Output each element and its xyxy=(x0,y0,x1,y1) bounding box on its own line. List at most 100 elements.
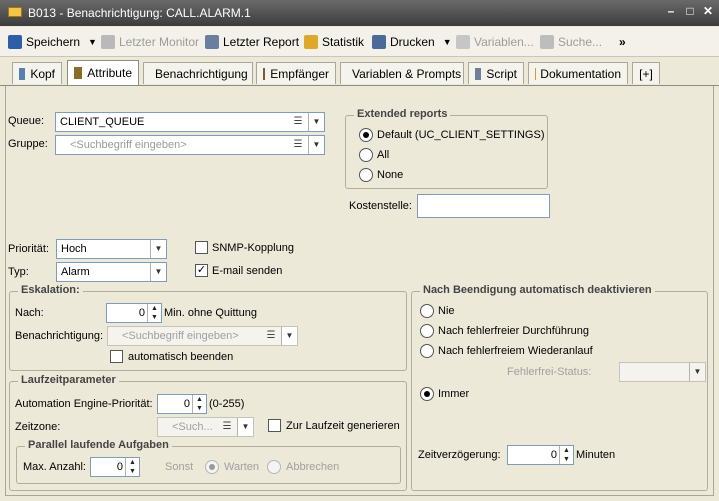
list-icon[interactable]: ☰ xyxy=(291,139,305,151)
maximize-icon[interactable]: □ xyxy=(683,4,697,20)
email-checkbox[interactable]: ✓ xyxy=(195,264,208,277)
chevron-down-icon[interactable]: ▼ xyxy=(150,263,166,281)
queue-value: CLIENT_QUEUE xyxy=(60,116,145,128)
tab-add[interactable]: [+] xyxy=(632,62,660,84)
stepper-arrows-icon[interactable]: ▲ ▼ xyxy=(125,458,139,476)
radio-none[interactable] xyxy=(359,168,373,182)
tab-label: Dokumentation xyxy=(540,66,621,81)
save-icon xyxy=(8,35,22,49)
snmp-checkbox[interactable] xyxy=(195,241,208,254)
search-label: Suche... xyxy=(558,35,603,49)
wait-label: Warten xyxy=(224,461,260,473)
stepper-arrows-icon[interactable]: ▲ ▼ xyxy=(559,446,573,464)
chevron-down-icon[interactable]: ▼ xyxy=(281,327,297,345)
tab-script[interactable]: Script xyxy=(468,62,524,84)
chevron-down-icon[interactable]: ▼ xyxy=(88,37,97,47)
save-label: Speichern xyxy=(26,35,81,49)
delay-label: Zeitverzögerung: xyxy=(418,449,501,461)
auto-end-checkbox[interactable] xyxy=(110,350,123,363)
priority-label: Priorität: xyxy=(8,243,49,255)
after-stepper[interactable]: 0 ▲ ▼ xyxy=(106,303,162,323)
stepper-arrows-icon[interactable]: ▲ ▼ xyxy=(192,395,206,413)
variables-label: Variablen... xyxy=(474,35,534,49)
search-button[interactable]: Suche... xyxy=(540,33,602,51)
ae-priority-stepper[interactable]: 0 ▲ ▼ xyxy=(157,394,207,414)
wrench-icon xyxy=(19,67,26,80)
print-label: Drucken xyxy=(390,35,435,49)
list-icon[interactable]: ☰ xyxy=(220,421,234,433)
after-value: 0 xyxy=(138,307,145,319)
radio-always-label: Immer xyxy=(438,388,470,400)
tab-attribute[interactable]: Attribute xyxy=(67,60,139,85)
last-report-label: Letzter Report xyxy=(223,35,300,49)
list-icon[interactable]: ☰ xyxy=(264,330,278,342)
radio-all[interactable] xyxy=(359,148,373,162)
group-field[interactable]: <Suchbegriff eingeben> xyxy=(55,135,325,155)
radio-always[interactable] xyxy=(420,387,434,401)
pencil-icon xyxy=(74,67,83,79)
after-label: Nach: xyxy=(15,307,44,319)
print-button[interactable]: Drucken ▼ xyxy=(372,33,452,51)
statistics-button[interactable]: Statistik xyxy=(304,33,364,51)
stepper-arrows-icon[interactable]: ▲ ▼ xyxy=(147,304,161,322)
queue-label: Queue: xyxy=(8,115,45,127)
tab-empfaenger[interactable]: Empfänger xyxy=(256,62,336,84)
tab-variablen-prompts[interactable]: Variablen & Prompts xyxy=(340,62,464,84)
tab-label: Empfänger xyxy=(270,66,329,81)
snmp-label: SNMP-Kopplung xyxy=(212,242,294,254)
radio-never[interactable] xyxy=(420,304,434,318)
extended-reports-title: Extended reports xyxy=(354,108,451,120)
ae-priority-label: Automation Engine-Priorität: xyxy=(15,398,153,410)
toolbar: Speichern ▼ Letzter Monitor Letzter Repo… xyxy=(0,27,719,57)
cost-center-field[interactable] xyxy=(417,194,550,218)
delay-suffix: Minuten xyxy=(576,449,616,461)
script-icon xyxy=(475,67,482,80)
last-report-button[interactable]: Letzter Report xyxy=(205,33,299,51)
radio-default[interactable] xyxy=(359,128,373,142)
group-placeholder: <Suchbegriff eingeben> xyxy=(70,139,187,151)
window-title: B013 - Benachrichtigung: CALL.ALARM.1 xyxy=(28,6,251,20)
gen-runtime-label: Zur Laufzeit generieren xyxy=(286,420,400,432)
tab-label: Script xyxy=(486,66,517,81)
runtime-title: Laufzeitparameter xyxy=(18,374,119,386)
chevron-down-icon[interactable]: ▼ xyxy=(443,37,452,47)
tab-label: Benachrichtigung xyxy=(155,66,248,81)
group-label: Gruppe: xyxy=(8,138,48,150)
radio-after-restart[interactable] xyxy=(420,344,434,358)
binoculars-icon xyxy=(540,35,554,49)
tab-kopf[interactable]: Kopf xyxy=(12,62,62,84)
delay-stepper[interactable]: 0 ▲ ▼ xyxy=(507,445,574,465)
statistics-label: Statistik xyxy=(322,35,365,49)
queue-field[interactable]: CLIENT_QUEUE xyxy=(55,112,325,132)
chevron-down-icon[interactable]: ▼ xyxy=(689,363,705,381)
deactivate-title: Nach Beendigung automatisch deaktivieren xyxy=(420,284,655,296)
chevron-down-icon[interactable]: ▼ xyxy=(150,240,166,258)
max-count-stepper[interactable]: 0 ▲ ▼ xyxy=(90,457,140,477)
tab-label: Kopf xyxy=(30,66,55,81)
chevron-down-icon[interactable]: ▼ xyxy=(308,113,324,131)
chevron-down-icon[interactable]: ▼ xyxy=(237,418,253,436)
max-count-label: Max. Anzahl: xyxy=(23,461,86,473)
user-icon xyxy=(263,67,266,80)
minimize-icon[interactable]: – xyxy=(664,4,678,20)
close-icon[interactable]: ✕ xyxy=(701,4,715,20)
gen-runtime-checkbox[interactable] xyxy=(268,419,281,432)
chevron-down-icon[interactable]: ▼ xyxy=(308,136,324,154)
variables-button[interactable]: Variablen... xyxy=(456,33,534,51)
tab-benachrichtigung[interactable]: Benachrichtigung xyxy=(143,62,253,84)
radio-wait[interactable] xyxy=(205,460,219,474)
mail-icon xyxy=(8,7,22,17)
more-button[interactable]: » xyxy=(619,33,626,51)
tab-label: Attribute xyxy=(87,66,132,80)
radio-after-success[interactable] xyxy=(420,324,434,338)
list-icon[interactable]: ☰ xyxy=(291,116,305,128)
last-monitor-button[interactable]: Letzter Monitor xyxy=(101,33,199,51)
radio-abort[interactable] xyxy=(267,460,281,474)
radio-never-label: Nie xyxy=(438,305,455,317)
type-value: Alarm xyxy=(61,266,90,278)
ae-priority-range: (0-255) xyxy=(209,398,245,410)
tab-dokumentation[interactable]: Dokumentation xyxy=(528,62,628,84)
abort-label: Abbrechen xyxy=(286,461,340,473)
extended-reports-group: Extended reports xyxy=(345,108,548,189)
save-button[interactable]: Speichern ▼ xyxy=(8,33,97,51)
